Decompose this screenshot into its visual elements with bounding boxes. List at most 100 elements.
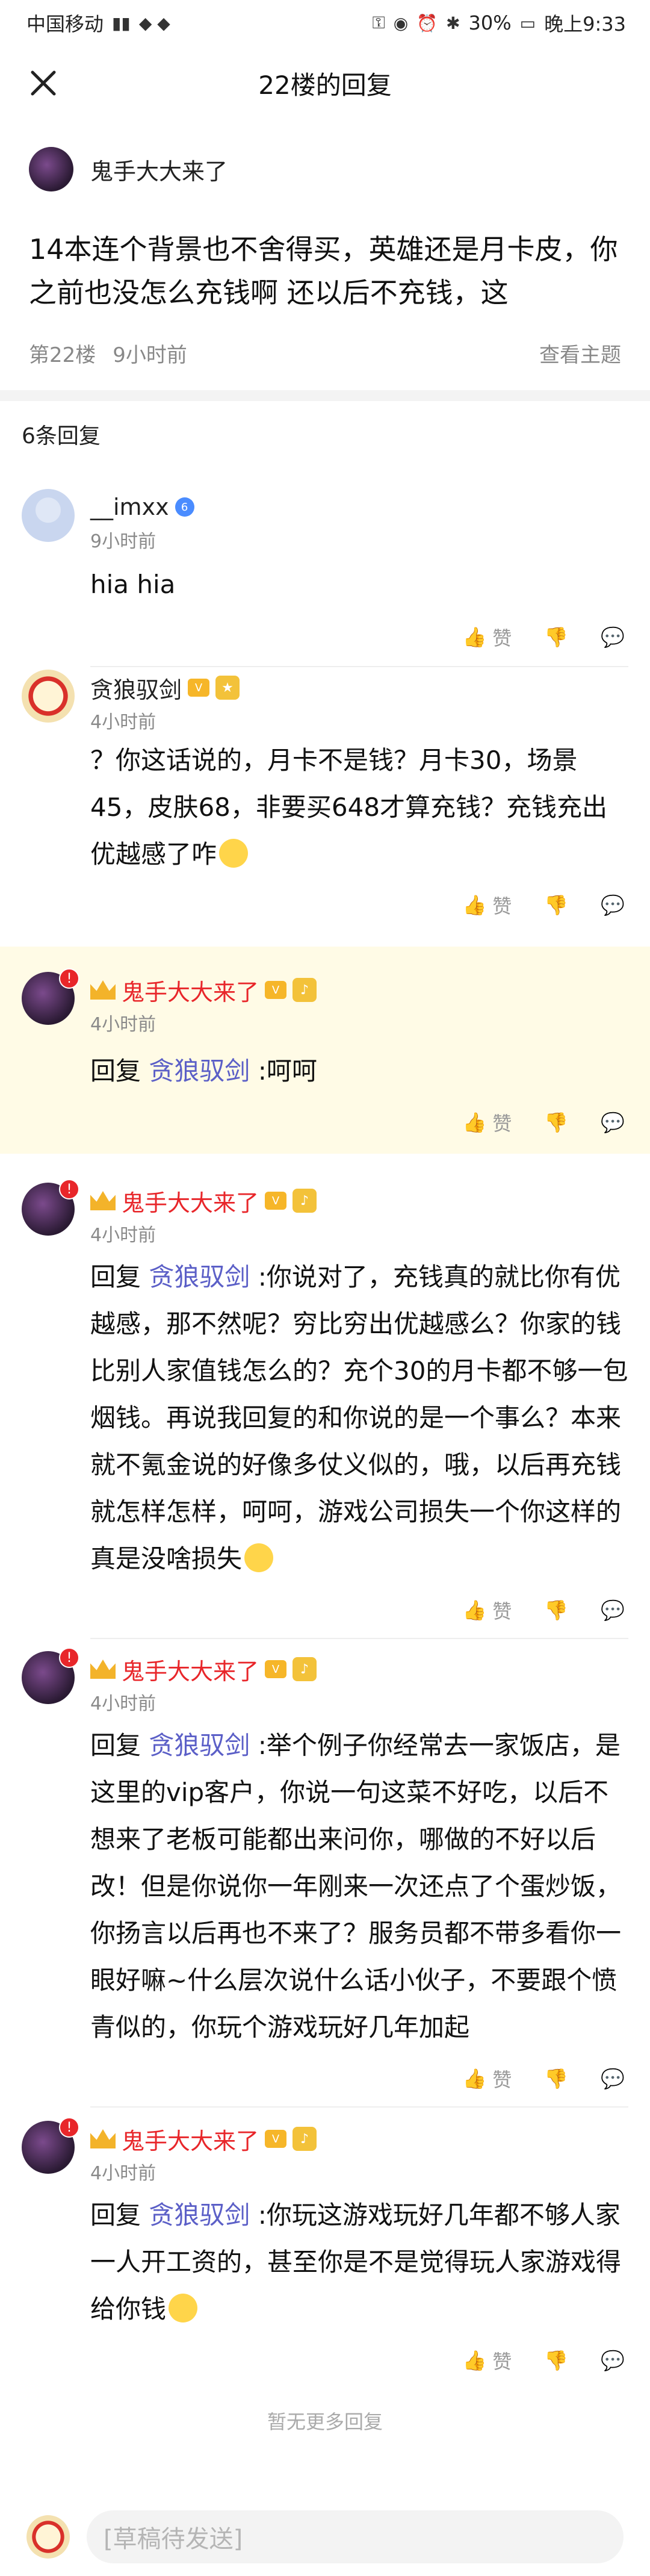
signal-icon: ▮▮ [112,13,131,33]
reply-text: 回复 贪狼驭剑 :你说对了，充钱真的就比你有优越感，那不然呢？穷比穷出优越感么？… [90,1254,628,1582]
level-badge-icon: V [265,1660,287,1678]
dislike-button[interactable]: 👎 [544,2349,568,2372]
eye-icon: ◉ [393,13,409,33]
crown-icon [90,980,116,1000]
status-bar: 中国移动 ▮▮ ◆ ◆ ⚿ ◉ ⏰ ✱ 30% ▭ 晚上9:33 [0,0,650,46]
reply-mention-link[interactable]: 贪狼驭剑 [149,1056,250,1086]
dislike-button[interactable]: 👎 [544,894,568,916]
comment-icon[interactable]: 💬 [601,2067,625,2090]
page-title: 22楼的回复 [258,70,392,100]
reply-count: 6条回复 [22,424,101,449]
reply-mention-link[interactable]: 贪狼驭剑 [149,2200,250,2230]
avatar[interactable] [29,147,73,191]
thumb-up-icon: 👍 [462,2349,487,2372]
like-label: 赞 [492,627,512,650]
notification-badge: ! [59,1647,79,1668]
reply-input[interactable]: [草稿待发送] [87,2510,624,2563]
reply-body: :你说对了，充钱真的就比你有优越感，那不然呢？穷比穷出优越感么？你家的钱比别人家… [90,1262,628,1573]
view-topic-link[interactable]: 查看主题 [539,338,621,368]
reply-item-highlighted: ! 鬼手大大来了 V ♪ 4小时前 回复 贪狼驭剑 :呵呵 👍 赞 👎 💬 [0,947,650,1154]
music-icon: ♪ [292,1657,317,1681]
floor-label: 第22楼 [29,343,96,367]
reply-mention-link[interactable]: 贪狼驭剑 [149,1731,250,1760]
floor-time: 9小时前 [113,343,187,367]
floor-content: 14本连个背景也不舍得买，英雄还是月卡皮，你之前也没怎么充钱啊 还以后不充钱，这 [0,228,650,314]
bluetooth-icon: ✱ [446,13,460,33]
no-more-replies: 暂无更多回复 [267,2410,383,2433]
music-icon: ♪ [292,2127,317,2151]
like-label: 赞 [492,2350,512,2373]
reply-time: 4小时前 [90,1014,156,1035]
reply-text: ？你这话说的，月卡不是钱？月卡30，场景45，皮肤68，非要买648才算充钱？充… [90,737,628,878]
avatar[interactable] [22,670,75,723]
like-button[interactable]: 👍 赞 [462,1109,512,1136]
reply-author-name[interactable]: __imxx [90,494,169,520]
comment-icon[interactable]: 💬 [601,1111,625,1134]
level-badge-icon: V [265,2130,287,2148]
reply-actions: 👍 赞 👎 💬 [22,878,628,932]
medal-icon: ★ [215,676,240,700]
reply-prefix: 回复 [90,1262,149,1292]
dislike-button[interactable]: 👎 [544,2067,568,2090]
emoji-icon [219,839,249,868]
reply-body: :呵呵 [250,1056,317,1086]
avatar[interactable] [26,2515,70,2559]
reply-item: ! 鬼手大大来了 V ♪ 4小时前 回复 贪狼驭剑 :举个例子你经常去一家饭店，… [0,1622,650,2108]
clock-label: 晚上9:33 [544,13,626,36]
comment-icon[interactable]: 💬 [601,626,625,649]
reply-author-name[interactable]: 贪狼驭剑 [90,671,182,705]
comment-icon[interactable]: 💬 [601,1599,625,1622]
reply-input-bar: [草稿待发送] [0,2498,650,2576]
crown-icon [90,1191,116,1210]
reply-time: 4小时前 [90,1225,156,1246]
floor-author[interactable]: 鬼手大大来了 [0,142,650,196]
like-button[interactable]: 👍 赞 [462,623,512,651]
reply-text: 回复 贪狼驭剑 :举个例子你经常去一家饭店，是这里的vip客户，你说一句这菜不好… [90,1722,628,2051]
nav-bar: 22楼的回复 [0,46,650,120]
close-icon[interactable] [26,66,60,100]
reply-author-name[interactable]: 鬼手大大来了 [122,974,259,1007]
carrier-label: 中国移动 [26,13,104,36]
like-button[interactable]: 👍 赞 [462,1596,512,1624]
thumb-up-icon: 👍 [462,1599,487,1622]
section-separator [0,390,650,401]
comment-icon[interactable]: 💬 [601,894,625,916]
like-button[interactable]: 👍 赞 [462,891,512,919]
dislike-button[interactable]: 👎 [544,1111,568,1134]
dislike-button[interactable]: 👎 [544,626,568,649]
crown-icon [90,2129,116,2148]
reply-author-name[interactable]: 鬼手大大来了 [122,2123,259,2156]
floor-author-name[interactable]: 鬼手大大来了 [90,153,228,186]
notification-badge: ! [59,968,79,989]
notification-icons: ◆ ◆ [138,13,170,33]
reply-item: __imxx 6 9小时前 hia hia 👍 赞 👎 💬 [0,467,650,667]
alarm-icon: ⏰ [416,13,438,33]
reply-list: __imxx 6 9小时前 hia hia 👍 赞 👎 💬 贪狼驭剑 V ★ 4… [0,467,650,2451]
dislike-button[interactable]: 👎 [544,1599,568,1622]
like-label: 赞 [492,1112,512,1135]
floor-content-text: 14本连个背景也不舍得买，英雄还是月卡皮，你之前也没怎么充钱啊 还以后不充钱，这 [29,233,618,309]
reply-prefix: 回复 [90,2200,149,2230]
battery-icon: ▭ [519,13,536,33]
reply-author-name[interactable]: 鬼手大大来了 [122,1184,259,1218]
emoji-icon [169,2294,198,2322]
like-button[interactable]: 👍 赞 [462,2347,512,2374]
reply-prefix: 回复 [90,1731,149,1760]
level-badge-icon: V [188,679,210,697]
reply-item: 贪狼驭剑 V ★ 4小时前 ？你这话说的，月卡不是钱？月卡30，场景45，皮肤6… [0,648,650,947]
comment-icon[interactable]: 💬 [601,2349,625,2372]
emoji-icon [244,1543,274,1572]
reply-author-name[interactable]: 鬼手大大来了 [122,1653,259,1686]
like-label: 赞 [492,895,512,918]
crown-icon [90,1660,116,1679]
like-button[interactable]: 👍 赞 [462,2065,512,2092]
reply-body: hia hia [90,570,176,599]
avatar[interactable] [22,489,75,542]
battery-label: 30% [468,11,512,34]
thumb-up-icon: 👍 [462,894,487,916]
notification-badge: ! [59,2117,79,2138]
reply-mention-link[interactable]: 贪狼驭剑 [149,1262,250,1292]
reply-time: 4小时前 [90,712,156,733]
reply-actions: 👍 赞 👎 💬 [22,1095,628,1150]
reply-body: ？你这话说的，月卡不是钱？月卡30，场景45，皮肤68，非要买648才算充钱？充… [90,745,608,869]
